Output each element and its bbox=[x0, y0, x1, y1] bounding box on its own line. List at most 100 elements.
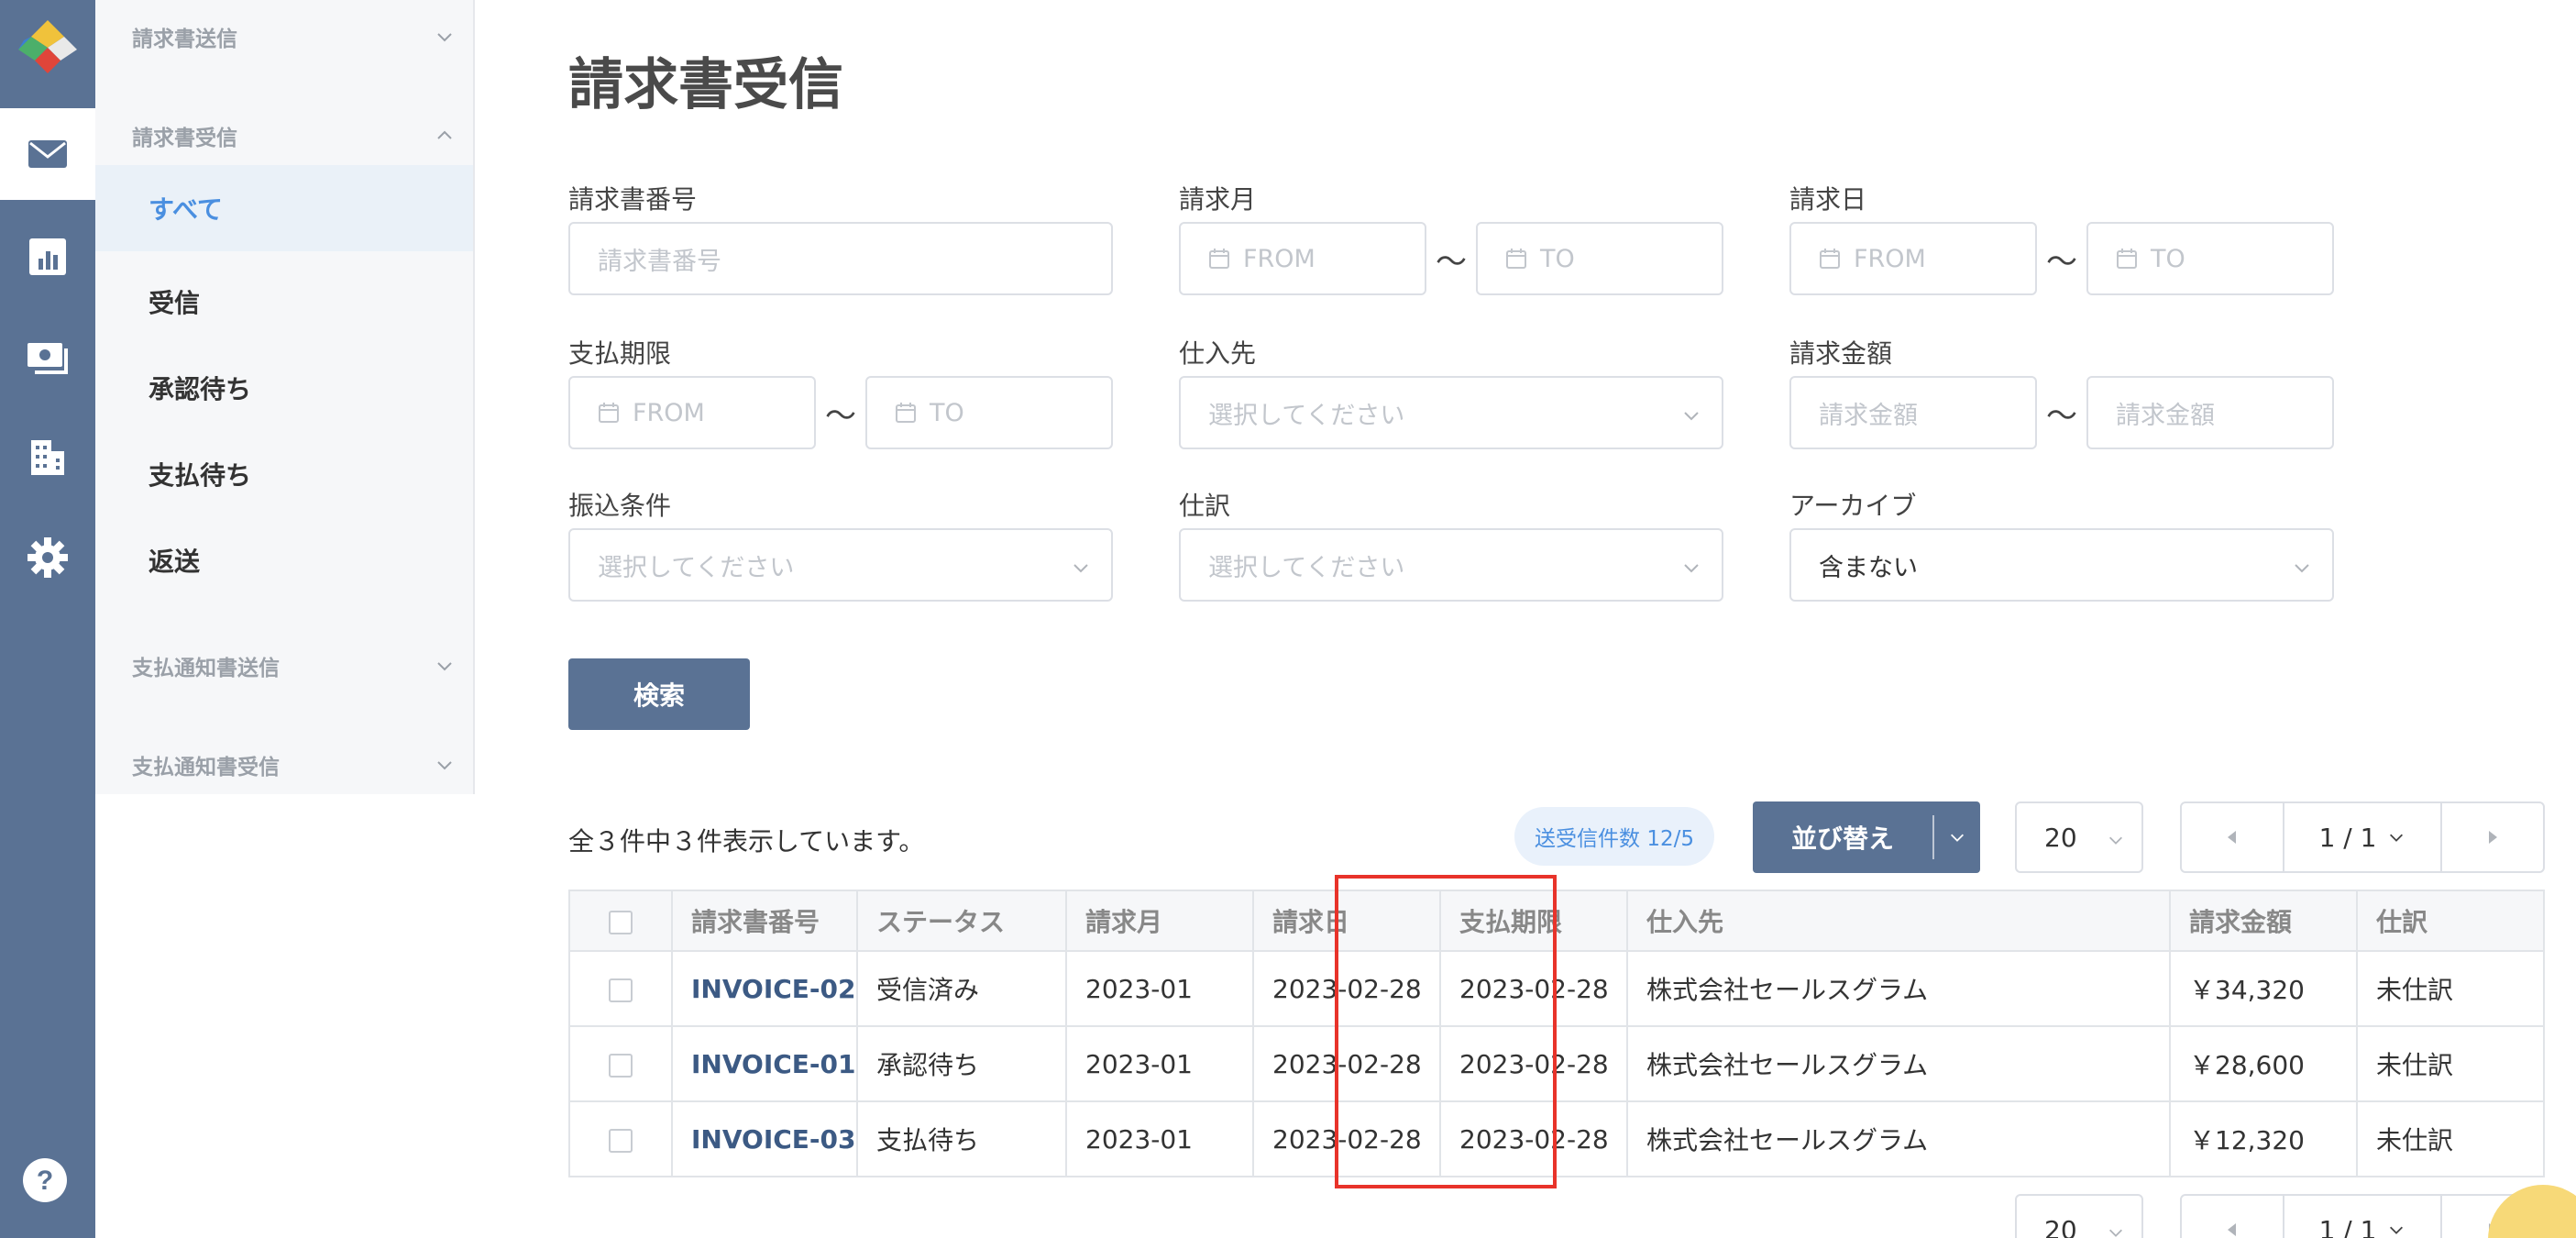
result-summary: 全３件中３件表示しています。 bbox=[568, 826, 925, 857]
chevron-down-icon bbox=[437, 662, 452, 671]
calendar-icon bbox=[1820, 249, 1840, 269]
supplier-cell: 株式会社セールスグラム bbox=[1626, 1025, 2171, 1102]
billing-date-to-input[interactable]: TO bbox=[2086, 222, 2334, 295]
help-icon[interactable]: ? bbox=[22, 1157, 68, 1203]
table-row[interactable]: INVOICE-01 承認待ち 2023-01 2023-02-28 2023-… bbox=[568, 1025, 2545, 1102]
col-billing-month[interactable]: 請求月 bbox=[1065, 890, 1254, 952]
transfer-count-badge: 送受信件数 12/5 bbox=[1514, 807, 1714, 866]
col-invoice-number[interactable]: 請求書番号 bbox=[671, 890, 858, 952]
journal-select[interactable]: 選択してください bbox=[1179, 528, 1723, 602]
rail-mail[interactable] bbox=[0, 108, 95, 200]
sidebar-section-payment-notice-send[interactable]: 支払通知書送信 bbox=[132, 647, 462, 684]
per-page-select-bottom[interactable]: 20 bbox=[2015, 1194, 2143, 1238]
status-cell: 受信済み bbox=[856, 950, 1067, 1027]
chevron-down-icon bbox=[1073, 564, 1088, 573]
table-row[interactable]: INVOICE-03 支払待ち 2023-01 2023-02-28 2023-… bbox=[568, 1100, 2545, 1177]
next-page-button[interactable] bbox=[2442, 803, 2543, 871]
caret-left-icon bbox=[2228, 1223, 2236, 1236]
prev-page-button[interactable] bbox=[2182, 1196, 2283, 1238]
due-date-cell: 2023-02-28 bbox=[1439, 1100, 1628, 1177]
invoice-link[interactable]: INVOICE-03 bbox=[671, 1100, 858, 1177]
per-page-select[interactable]: 20 bbox=[2015, 801, 2143, 873]
row-checkbox[interactable] bbox=[609, 978, 633, 1002]
col-amount[interactable]: 請求金額 bbox=[2169, 890, 2358, 952]
chevron-down-icon bbox=[2108, 1229, 2123, 1237]
caret-right-icon bbox=[2489, 831, 2497, 844]
amount-from-input[interactable]: 請求金額 bbox=[1789, 376, 2037, 449]
supplier-select[interactable]: 選択してください bbox=[1179, 376, 1723, 449]
invoice-number-label: 請求書番号 bbox=[568, 184, 698, 215]
search-button[interactable]: 検索 bbox=[568, 658, 750, 730]
calendar-icon bbox=[1209, 249, 1229, 269]
due-date-to-input[interactable]: TO bbox=[865, 376, 1113, 449]
billing-date-cell: 2023-02-28 bbox=[1252, 1100, 1441, 1177]
due-date-label: 支払期限 bbox=[568, 338, 672, 369]
col-journal[interactable]: 仕訳 bbox=[2356, 890, 2545, 952]
sidebar-section-invoice-receive[interactable]: 請求書受信 bbox=[132, 117, 462, 154]
sidebar-item-received[interactable]: 受信 bbox=[95, 259, 473, 345]
archive-select[interactable]: 含まない bbox=[1789, 528, 2334, 602]
gear-icon bbox=[28, 537, 68, 578]
billing-month-cell: 2023-01 bbox=[1065, 1100, 1254, 1177]
archive-label: アーカイブ bbox=[1789, 491, 1917, 521]
sidebar-item-awaiting-approval[interactable]: 承認待ち bbox=[95, 345, 473, 431]
sidebar-section-invoice-send[interactable]: 請求書送信 bbox=[132, 18, 462, 55]
journal-cell: 未仕訳 bbox=[2356, 1100, 2545, 1177]
col-supplier[interactable]: 仕入先 bbox=[1626, 890, 2171, 952]
chevron-down-icon bbox=[1684, 412, 1699, 421]
page-select[interactable]: 1 / 1 bbox=[2283, 803, 2442, 871]
status-cell: 支払待ち bbox=[856, 1100, 1067, 1177]
sidebar-section-payment-notice-receive[interactable]: 支払通知書受信 bbox=[132, 746, 462, 783]
invoice-link[interactable]: INVOICE-02 bbox=[671, 950, 858, 1027]
billing-month-from-input[interactable]: FROM bbox=[1179, 222, 1426, 295]
row-checkbox-cell bbox=[568, 950, 673, 1027]
row-checkbox-cell bbox=[568, 1100, 673, 1177]
chart-icon bbox=[29, 238, 66, 275]
billing-date-from-input[interactable]: FROM bbox=[1789, 222, 2037, 295]
sidebar-item-returned[interactable]: 返送 bbox=[95, 517, 473, 603]
chevron-up-icon bbox=[437, 130, 452, 139]
main-content: 請求書受信 請求書番号 請求書番号 請求月 FROM 〜 TO 請求日 FROM… bbox=[477, 0, 2576, 1238]
range-separator: 〜 bbox=[2046, 398, 2077, 435]
icon-rail: ? bbox=[0, 0, 95, 1238]
row-checkbox[interactable] bbox=[609, 1128, 633, 1153]
amount-to-input[interactable]: 請求金額 bbox=[2086, 376, 2334, 449]
sort-button[interactable]: 並び替え bbox=[1753, 801, 1980, 873]
col-billing-date[interactable]: 請求日 bbox=[1252, 890, 1441, 952]
row-checkbox[interactable] bbox=[609, 1053, 633, 1078]
range-separator: 〜 bbox=[2046, 244, 2077, 281]
logo-icon[interactable] bbox=[17, 18, 79, 77]
select-all-checkbox[interactable] bbox=[609, 910, 633, 934]
building-icon bbox=[31, 440, 64, 475]
transfer-terms-select[interactable]: 選択してください bbox=[568, 528, 1113, 602]
chevron-down-icon bbox=[2108, 836, 2123, 845]
journal-label: 仕訳 bbox=[1179, 491, 1231, 521]
rail-payments[interactable] bbox=[0, 312, 95, 403]
invoice-link[interactable]: INVOICE-01 bbox=[671, 1025, 858, 1102]
journal-cell: 未仕訳 bbox=[2356, 1025, 2545, 1102]
prev-page-button[interactable] bbox=[2182, 803, 2283, 871]
rail-companies[interactable] bbox=[0, 411, 95, 503]
due-date-cell: 2023-02-28 bbox=[1439, 950, 1628, 1027]
range-separator: 〜 bbox=[825, 398, 856, 435]
col-status[interactable]: ステータス bbox=[856, 890, 1067, 952]
billing-month-to-input[interactable]: TO bbox=[1476, 222, 1723, 295]
sidebar-item-awaiting-payment[interactable]: 支払待ち bbox=[95, 431, 473, 517]
chevron-down-icon bbox=[1684, 564, 1699, 573]
rail-reports[interactable] bbox=[0, 211, 95, 303]
col-due-date[interactable]: 支払期限 bbox=[1439, 890, 1628, 952]
rail-settings[interactable] bbox=[0, 512, 95, 603]
due-date-from-input[interactable]: FROM bbox=[568, 376, 816, 449]
invoice-number-input[interactable]: 請求書番号 bbox=[568, 222, 1113, 295]
billing-date-label: 請求日 bbox=[1789, 184, 1867, 215]
page-title: 請求書受信 bbox=[568, 53, 843, 117]
table-row[interactable]: INVOICE-02 受信済み 2023-01 2023-02-28 2023-… bbox=[568, 950, 2545, 1027]
calendar-icon bbox=[896, 403, 916, 423]
chevron-down-icon bbox=[2295, 564, 2309, 573]
sidebar-item-all[interactable]: すべて bbox=[95, 165, 473, 251]
chevron-down-icon bbox=[437, 33, 452, 42]
pagination: 1 / 1 bbox=[2180, 801, 2545, 873]
page-select[interactable]: 1 / 1 bbox=[2283, 1196, 2442, 1238]
billing-date-cell: 2023-02-28 bbox=[1252, 1025, 1441, 1102]
svg-text:?: ? bbox=[37, 1166, 53, 1196]
